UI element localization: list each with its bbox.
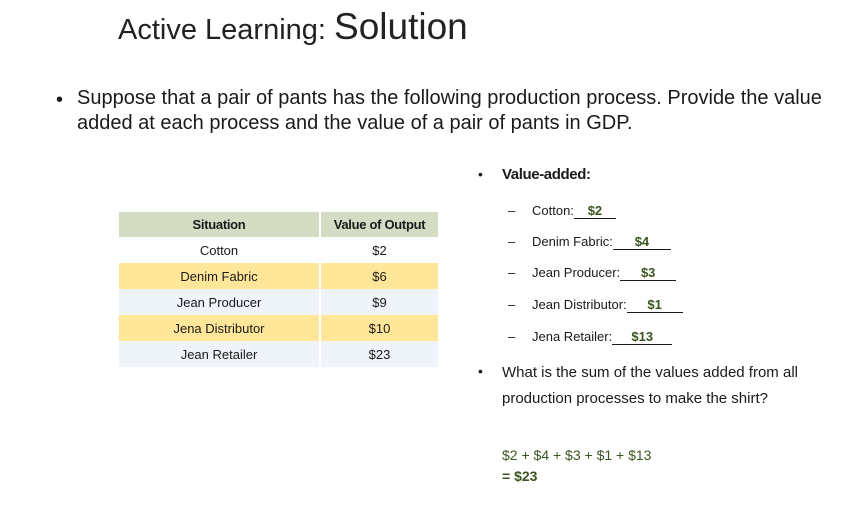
table-cell-value: $9 xyxy=(320,289,438,315)
dash-icon: – xyxy=(508,203,516,218)
table-cell-situation: Cotton xyxy=(119,237,321,263)
bullet-dot-icon: • xyxy=(56,89,64,111)
bullet-dot-icon: • xyxy=(478,363,483,379)
table-cell-value: $6 xyxy=(320,263,438,289)
slide-title: Active Learning: Solution xyxy=(118,6,468,48)
value-added-answer: $13 xyxy=(612,329,673,345)
table-row: Cotton $2 xyxy=(119,237,438,263)
title-prefix: Active Learning: xyxy=(118,14,335,46)
sum-expression: $2 + $4 + $3 + $1 + $13 xyxy=(502,447,652,463)
value-added-answer: $4 xyxy=(612,234,671,250)
table-row: Jean Producer $9 xyxy=(119,289,438,315)
value-added-answer: $3 xyxy=(620,265,677,281)
dash-icon: – xyxy=(508,297,516,312)
value-added-label: Denim Fabric: xyxy=(532,234,613,249)
value-of-output-table: Situation Value of Output Cotton $2 Deni… xyxy=(119,212,438,367)
table-cell-situation: Jean Retailer xyxy=(119,341,321,367)
table-row: Denim Fabric $6 xyxy=(119,263,438,289)
value-added-label: Jean Distributor: xyxy=(532,297,627,312)
value-added-label: Jena Retailer: xyxy=(532,329,613,344)
table-cell-value: $2 xyxy=(320,237,438,263)
value-added-item: – Cotton: $2 xyxy=(508,203,616,219)
table-cell-situation: Denim Fabric xyxy=(119,263,321,289)
table-header-value: Value of Output xyxy=(320,212,438,237)
table-cell-situation: Jean Producer xyxy=(119,289,321,315)
title-emphasis: Solution xyxy=(334,6,468,47)
sum-result: = $23 xyxy=(502,468,538,484)
table-row: Jena Distributor $10 xyxy=(119,315,438,341)
dash-icon: – xyxy=(508,265,516,280)
bullet-dot-icon: • xyxy=(478,166,483,182)
table-cell-value: $23 xyxy=(320,341,438,367)
value-added-item: – Denim Fabric: $4 xyxy=(508,234,671,250)
value-added-answer: $1 xyxy=(626,297,683,313)
table-cell-value: $10 xyxy=(320,315,438,341)
value-added-label: Jean Producer: xyxy=(532,265,621,280)
main-bullet: • Suppose that a pair of pants has the f… xyxy=(56,86,846,136)
main-bullet-text: Suppose that a pair of pants has the fol… xyxy=(77,87,822,134)
sum-question: What is the sum of the values added from… xyxy=(502,364,798,407)
table-row: Jean Retailer $23 xyxy=(119,341,438,367)
value-added-answer: $2 xyxy=(573,203,616,219)
dash-icon: – xyxy=(508,329,516,344)
value-added-item: – Jena Retailer: $13 xyxy=(508,329,673,345)
value-added-item: – Jean Distributor: $1 xyxy=(508,297,683,313)
value-added-item: – Jean Producer: $3 xyxy=(508,265,677,281)
value-added-label: Cotton: xyxy=(532,203,574,218)
value-added-heading: Value-added: xyxy=(502,166,591,183)
table-header-situation: Situation xyxy=(119,212,321,237)
table-cell-situation: Jena Distributor xyxy=(119,315,321,341)
table-header-row: Situation Value of Output xyxy=(119,212,438,237)
dash-icon: – xyxy=(508,234,516,249)
